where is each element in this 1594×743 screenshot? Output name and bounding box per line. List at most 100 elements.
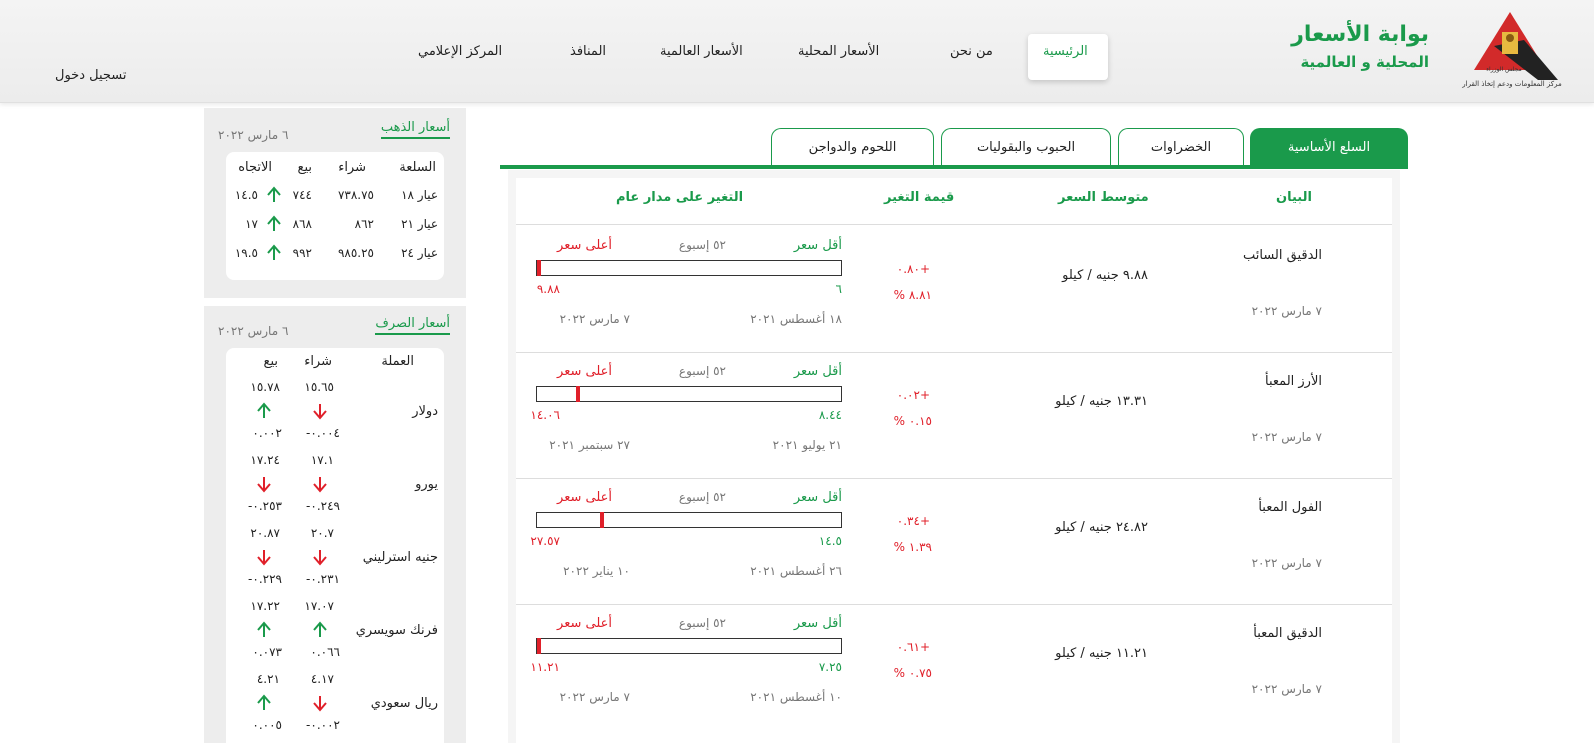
week-range-label: ٥٢ إسبوع	[678, 490, 726, 504]
row-divider	[516, 604, 1392, 605]
high-price-date: ٧ مارس ٢٠٢٢	[559, 312, 630, 326]
currency-sell-change: ٠.٢٢٩-	[248, 572, 282, 586]
currency-buy-price: ١٥.٦٥	[304, 380, 334, 394]
product-date: ٧ مارس ٢٠٢٢	[1251, 682, 1322, 696]
currency-sell-price: ١٥.٧٨	[250, 380, 280, 394]
gold-trend-value: ١٧	[245, 217, 258, 231]
portal-title: بوابة الأسعار	[1291, 22, 1429, 47]
header-change-value: قيمة التغير	[884, 190, 955, 205]
product-name: الأرز المعبأ	[1265, 374, 1322, 389]
high-price-date: ١٠ يناير ٢٠٢٢	[563, 564, 630, 578]
gold-header-buy: شراء	[338, 160, 366, 175]
tab-vegetables[interactable]: الخضراوات	[1118, 128, 1244, 166]
nav-about[interactable]: من نحن	[950, 44, 993, 59]
gold-karat: عيار ٢١	[401, 217, 438, 231]
low-price-label: أقل سعر	[793, 490, 842, 505]
nav-global-prices[interactable]: الأسعار العالمية	[660, 44, 743, 59]
low-price-date: ١٠ أغسطس ٢٠٢١	[750, 690, 842, 704]
week-range-label: ٥٢ إسبوع	[678, 238, 726, 252]
trend-up-icon	[267, 244, 281, 260]
currency-sell-price: ٢٠.٨٧	[250, 526, 280, 540]
trend-down-icon	[257, 550, 271, 566]
gold-title: أسعار الذهب	[380, 120, 450, 139]
tab-grains-legumes[interactable]: الحبوب والبقوليات	[941, 128, 1111, 166]
currency-header-buy: شراء	[304, 354, 332, 369]
change-percent: ٠.١٥ %	[893, 414, 932, 428]
currency-sell-change: ٠.٢٥٣-	[248, 499, 282, 513]
gold-header-sell: بيع	[297, 160, 312, 175]
currency-buy-change: ٠.٠٠٢-	[306, 718, 340, 732]
currency-buy-change: ٠.٠٠٤-	[306, 426, 340, 440]
product-date: ٧ مارس ٢٠٢٢	[1251, 556, 1322, 570]
change-value: +٠.٦١	[896, 640, 930, 654]
price-range-marker	[537, 260, 541, 276]
gold-table: السلعة شراء بيع الاتجاه عيار ١٨ ٧٣٨.٧٥ ٧٤٤…	[226, 152, 444, 280]
price-range-marker	[600, 512, 604, 528]
trend-down-icon	[313, 550, 327, 566]
gold-karat: عيار ١٨	[401, 188, 438, 202]
gold-header-item: السلعة	[399, 160, 436, 175]
gold-buy-price: ٧٣٨.٧٥	[337, 188, 374, 202]
nav-local-prices[interactable]: الأسعار المحلية	[798, 44, 879, 59]
nav-outlets[interactable]: المنافذ	[570, 44, 606, 59]
gold-trend-value: ١٤.٥	[234, 188, 258, 202]
currency-table: العملة شراء بيع دولار ١٥.٦٥ ١٥.٧٨ ٠.٠٠٤- ٠.٠…	[226, 348, 444, 743]
price-range-marker	[576, 386, 580, 402]
currency-name: جنيه استرليني	[362, 550, 438, 565]
high-price-label: أعلى سعر	[557, 490, 612, 505]
avg-price: ٢٤.٨٢ جنيه / كيلو	[1055, 520, 1148, 535]
trend-down-icon	[313, 696, 327, 712]
currency-buy-change: ٠.٢٣١-	[306, 572, 340, 586]
emblem-top-text: مجلس الوزراء	[1486, 66, 1522, 73]
low-price-label: أقل سعر	[793, 238, 842, 253]
high-price-label: أعلى سعر	[557, 238, 612, 253]
avg-price: ١١.٢١ جنيه / كيلو	[1055, 646, 1148, 661]
gold-date: ٦ مارس ٢٠٢٢	[218, 128, 289, 142]
trend-up-icon	[267, 215, 281, 231]
portal-subtitle: المحلية و العالمية	[1300, 53, 1429, 71]
row-divider	[516, 478, 1392, 479]
low-price-value: ١٤.٥	[818, 534, 842, 548]
high-price-value: ٢٧.٥٧	[530, 534, 560, 548]
tab-meat-poultry[interactable]: اللحوم والدواجن	[771, 128, 934, 166]
trend-up-icon	[267, 186, 281, 202]
low-price-value: ٨.٤٤	[818, 408, 842, 422]
currency-name: يورو	[415, 477, 438, 492]
trend-up-icon	[257, 621, 271, 637]
nav-home[interactable]: الرئيسية	[1043, 44, 1088, 59]
tabs-underline	[500, 165, 1408, 169]
gold-buy-price: ٨٦٢	[354, 217, 374, 231]
high-price-label: أعلى سعر	[557, 616, 612, 631]
currency-title: أسعار الصرف	[375, 316, 450, 335]
currency-sell-change: ٠.٠٠٥	[252, 718, 282, 732]
currency-sell-price: ١٧.٢٤	[250, 453, 280, 467]
currency-buy-price: ٤.١٧	[310, 672, 334, 686]
gold-sell-price: ٩٩٢	[292, 246, 312, 260]
currency-date: ٦ مارس ٢٠٢٢	[218, 324, 289, 338]
low-price-value: ٧.٢٥	[818, 660, 842, 674]
nav-media-center[interactable]: المركز الإعلامي	[418, 44, 502, 59]
trend-up-icon	[257, 402, 271, 418]
currency-sell-change: ٠.٠٠٢	[252, 426, 282, 440]
tab-basic-goods[interactable]: السلع الأساسية	[1250, 128, 1408, 166]
week-range-label: ٥٢ إسبوع	[678, 364, 726, 378]
currency-sell-price: ١٧.٢٢	[250, 599, 280, 613]
prices-table: البيان متوسط السعر قيمة التغير التغير عل…	[508, 170, 1400, 743]
trend-up-icon	[313, 621, 327, 637]
site-header: مجلس الوزراء مركز المعلومات ودعم إتخاذ ا…	[0, 0, 1594, 103]
trend-down-icon	[313, 477, 327, 493]
product-name: الدقيق المعبأ	[1253, 626, 1322, 641]
gold-karat: عيار ٢٤	[401, 246, 438, 260]
currency-name: دولار	[412, 404, 438, 419]
gold-sell-price: ٧٤٤	[292, 188, 312, 202]
header-avg-price: متوسط السعر	[1058, 190, 1149, 205]
exchange-rates-panel: أسعار الصرف ٦ مارس ٢٠٢٢ العملة شراء بيع …	[204, 306, 466, 743]
price-range-bar	[536, 638, 842, 654]
low-price-date: ٢٦ أغسطس ٢٠٢١	[750, 564, 842, 578]
change-percent: ٠.٧٥ %	[893, 666, 932, 680]
change-percent: ١.٣٩ %	[893, 540, 932, 554]
currency-buy-price: ١٧.٠٧	[304, 599, 334, 613]
currency-header-name: العملة	[381, 354, 414, 369]
trend-down-icon	[313, 404, 327, 420]
login-link[interactable]: تسجيل دخول	[55, 68, 127, 83]
